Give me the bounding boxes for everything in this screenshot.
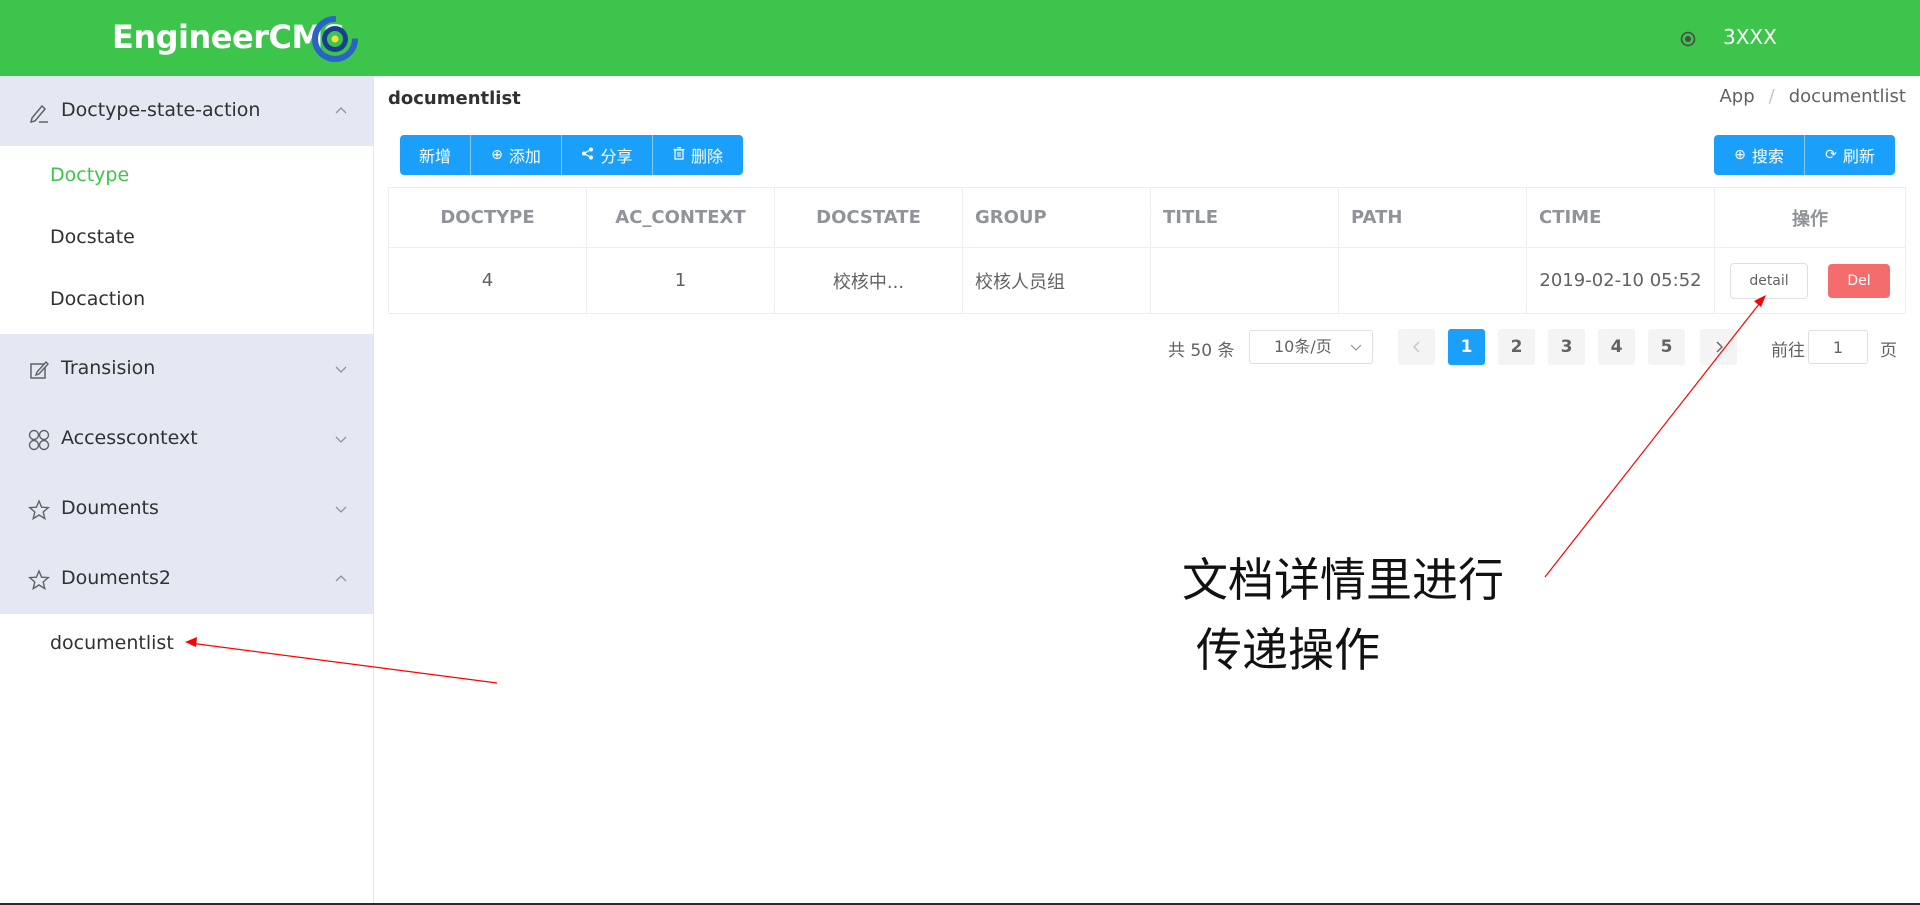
plus-circle-icon: ⊕ [491, 147, 503, 163]
sidebar-group-label: Accesscontext [61, 427, 198, 449]
column-header-actions: 操作 [1715, 188, 1906, 248]
sidebar-group-douments2[interactable]: Douments2 [0, 544, 373, 614]
prev-page-button[interactable] [1398, 329, 1435, 365]
button-label: 添加 [508, 147, 541, 166]
sidebar-item-docaction[interactable]: Docaction [0, 270, 373, 332]
user-name[interactable]: 3XXX [1723, 25, 1777, 49]
sidebar-item-label: Doctype [50, 164, 130, 186]
sidebar-group-label: Doctype-state-action [61, 99, 261, 121]
cell-title [1151, 248, 1339, 314]
column-header-group[interactable]: GROUP [963, 188, 1151, 248]
search-button[interactable]: ⊕ 搜索 [1714, 135, 1805, 175]
star-icon [28, 499, 50, 521]
sidebar: Doctype-state-action Doctype Docstate Do… [0, 76, 374, 905]
delete-button[interactable]: 删除 [653, 135, 743, 175]
chevron-left-icon [1412, 341, 1419, 353]
jump-page-input[interactable] [1808, 330, 1868, 364]
page-button-4[interactable]: 4 [1598, 329, 1635, 365]
sidebar-group-label: Douments2 [61, 567, 171, 589]
page-title: documentlist [388, 88, 521, 109]
next-page-button[interactable] [1700, 329, 1737, 365]
refresh-button[interactable]: ⟳ 刷新 [1805, 135, 1895, 175]
sidebar-item-label: documentlist [50, 632, 174, 654]
table-row[interactable]: 4 1 校核中... 校核人员组 2019-02-10 05:52 detail… [389, 248, 1907, 314]
detail-button[interactable]: detail [1730, 262, 1808, 299]
column-header-title[interactable]: TITLE [1151, 188, 1339, 248]
sidebar-group-doctype-state-action[interactable]: Doctype-state-action [0, 76, 373, 146]
cell-path [1339, 248, 1527, 314]
page-button-1[interactable]: 1 [1448, 329, 1485, 365]
chevron-up-icon [335, 575, 347, 582]
chevron-down-icon [335, 436, 347, 443]
cell-group: 校核人员组 [963, 248, 1151, 314]
toolbar-right: ⊕ 搜索 ⟳ 刷新 [1714, 135, 1895, 175]
grid-circles-icon [28, 429, 50, 451]
page-size-value: 10条/页 [1274, 337, 1332, 356]
sidebar-item-doctype[interactable]: Doctype [0, 146, 373, 208]
breadcrumb: App / documentlist [1719, 86, 1906, 107]
chevron-right-icon [1716, 341, 1723, 353]
button-label: 删除 [690, 147, 723, 166]
breadcrumb-item-current: documentlist [1788, 86, 1906, 107]
cell-docstate: 校核中... [775, 248, 963, 314]
page-button-5[interactable]: 5 [1648, 329, 1685, 365]
column-header-ac-context[interactable]: AC_CONTEXT [587, 188, 775, 248]
breadcrumb-separator: / [1768, 86, 1775, 107]
column-header-ctime[interactable]: CTIME [1527, 188, 1715, 248]
share-button[interactable]: 分享 [562, 135, 653, 175]
star-icon [28, 569, 50, 591]
jump-prefix-label: 前往 [1771, 341, 1805, 361]
button-label: 刷新 [1842, 147, 1875, 166]
chevron-up-icon [335, 107, 347, 114]
jump-suffix-label: 页 [1880, 341, 1897, 361]
column-header-path[interactable]: PATH [1339, 188, 1527, 248]
page-button-2[interactable]: 2 [1498, 329, 1535, 365]
chevron-down-icon [1350, 344, 1362, 351]
refresh-icon: ⟳ [1825, 147, 1837, 163]
sidebar-group-douments[interactable]: Douments [0, 474, 373, 544]
annotation-text-line2: 传递操作 [1196, 623, 1380, 677]
toolbar-left: 新增 ⊕ 添加 分享 删除 [400, 135, 743, 175]
document-table: DOCTYPE AC_CONTEXT DOCSTATE GROUP TITLE … [388, 187, 1907, 314]
sidebar-group-accesscontext[interactable]: Accesscontext [0, 404, 373, 474]
cell-actions: detail Del [1715, 248, 1906, 314]
app-logo-text: EngineerCMS [112, 18, 346, 56]
button-label: 搜索 [1751, 147, 1784, 166]
del-button[interactable]: Del [1828, 263, 1890, 298]
button-label: 分享 [600, 147, 633, 166]
sidebar-item-documentlist[interactable]: documentlist [0, 614, 373, 676]
new-button[interactable]: 新增 [400, 135, 471, 175]
button-label: 新增 [418, 147, 451, 166]
pagination-total: 共 50 条 [1168, 341, 1235, 361]
share-icon [581, 147, 594, 164]
column-header-doctype[interactable]: DOCTYPE [389, 188, 587, 248]
breadcrumb-item-app[interactable]: App [1719, 86, 1754, 107]
edit-pen-icon [29, 104, 48, 123]
sidebar-item-docstate[interactable]: Docstate [0, 208, 373, 270]
sidebar-item-label: Docstate [50, 226, 135, 248]
table-header-row: DOCTYPE AC_CONTEXT DOCSTATE GROUP TITLE … [389, 188, 1907, 248]
page-size-select[interactable]: 10条/页 [1249, 330, 1373, 364]
cell-ac-context: 1 [587, 248, 775, 314]
user-status-icon[interactable] [1678, 29, 1698, 49]
sidebar-item-label: Docaction [50, 288, 146, 310]
edit-square-icon [30, 360, 49, 379]
trash-icon [673, 146, 685, 164]
add-button[interactable]: ⊕ 添加 [471, 135, 562, 175]
chevron-down-icon [335, 366, 347, 373]
annotation-text-line1: 文档详情里进行 [1182, 553, 1504, 607]
sidebar-group-label: Transision [61, 357, 156, 379]
logo-icon [312, 16, 358, 62]
plus-circle-icon: ⊕ [1734, 147, 1746, 163]
sidebar-group-label: Douments [61, 497, 159, 519]
cell-doctype: 4 [389, 248, 587, 314]
top-bar: EngineerCMS 3XXX [0, 0, 1920, 76]
page-button-3[interactable]: 3 [1548, 329, 1585, 365]
sidebar-group-transision[interactable]: Transision [0, 334, 373, 404]
chevron-down-icon [335, 506, 347, 513]
column-header-docstate[interactable]: DOCSTATE [775, 188, 963, 248]
cell-ctime: 2019-02-10 05:52 [1527, 248, 1715, 314]
